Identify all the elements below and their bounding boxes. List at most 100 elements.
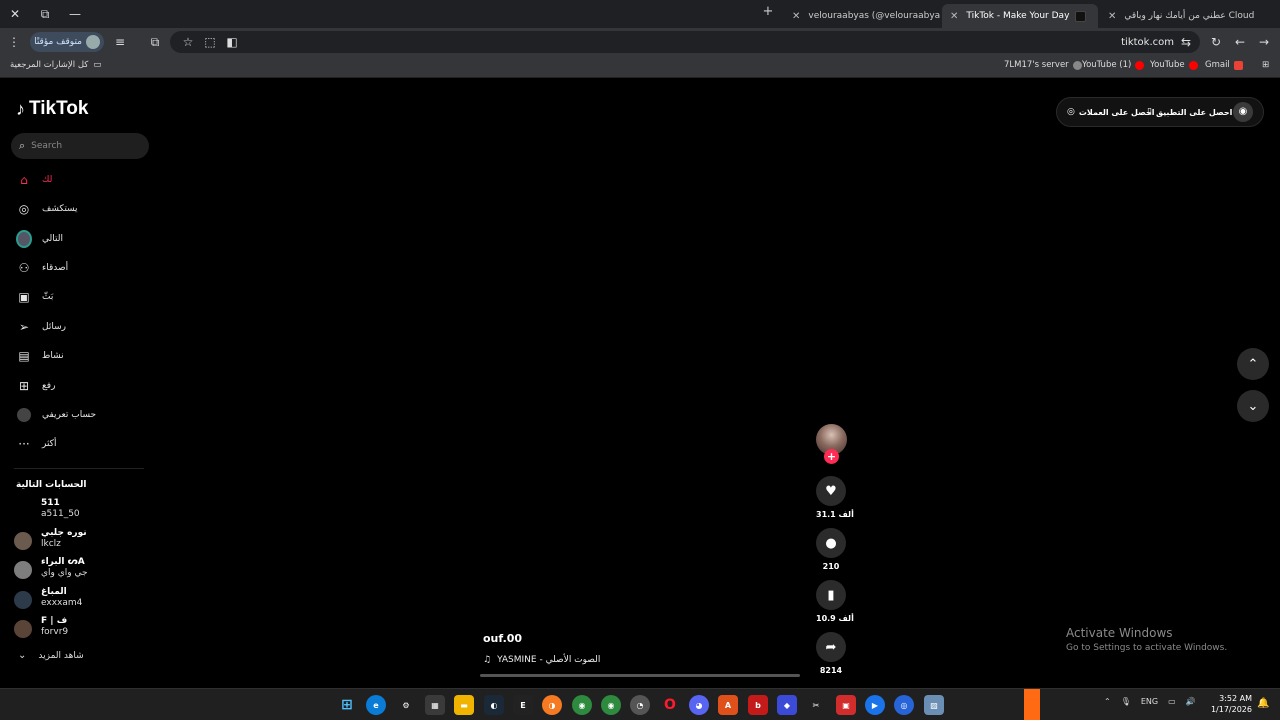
- extensions-icon[interactable]: ⧉: [147, 33, 163, 51]
- apps-grid-icon[interactable]: ⊞: [1262, 60, 1269, 70]
- tab-close-icon[interactable]: ✕: [792, 11, 800, 22]
- bookmark-star-icon[interactable]: ☆: [180, 33, 196, 51]
- forward-icon[interactable]: →: [1256, 33, 1272, 51]
- settings-gear-icon[interactable]: ⚙: [396, 695, 416, 715]
- comment-button[interactable]: ● 210: [816, 528, 846, 571]
- video-caption[interactable]: ouf.00: [483, 632, 522, 645]
- photos-icon[interactable]: ▨: [924, 695, 944, 715]
- nav-upload[interactable]: ⊞ رفع: [16, 375, 156, 397]
- profile-paused-button[interactable]: متوقف مؤقتًا: [30, 32, 104, 52]
- capcut-icon[interactable]: ✂: [806, 695, 826, 715]
- like-button[interactable]: ♥ 31.1 ألف: [816, 476, 854, 519]
- reload-icon[interactable]: ↻: [1208, 33, 1224, 51]
- nav-explore[interactable]: ◎ يستكشف: [16, 198, 156, 220]
- following-account[interactable]: F | ف forvr9: [14, 616, 154, 642]
- notification-bell-icon[interactable]: 🔔: [1257, 698, 1269, 709]
- bookmark-label: كل الإشارات المرجعية: [10, 60, 89, 70]
- all-bookmarks[interactable]: كل الإشارات المرجعية ▭: [10, 60, 101, 70]
- nav-profile[interactable]: حساب تعريفي: [16, 404, 156, 426]
- reading-list-icon[interactable]: ≡: [112, 33, 128, 51]
- nav-live[interactable]: ▣ بَثّ: [16, 286, 156, 308]
- back-icon[interactable]: ←: [1232, 33, 1248, 51]
- menu-kebab-icon[interactable]: ⋮: [6, 33, 22, 51]
- site-settings-icon[interactable]: ⇆: [1178, 33, 1194, 51]
- bookmark-gmail[interactable]: Gmail: [1205, 60, 1243, 70]
- bookmark-7lm17[interactable]: 7LM17's server: [1004, 60, 1082, 70]
- window-close-icon[interactable]: ✕: [0, 0, 30, 28]
- bookmark-youtube[interactable]: YouTube: [1150, 60, 1198, 70]
- chrome-icon[interactable]: ◉: [572, 695, 592, 715]
- volume-icon[interactable]: 🔊: [1186, 697, 1196, 706]
- obs-icon[interactable]: ◔: [630, 695, 650, 715]
- gmail-icon: [1233, 60, 1243, 70]
- video-progress-bar[interactable]: [480, 674, 800, 677]
- see-more-button[interactable]: ⌄ شاهد المزيد: [18, 650, 84, 661]
- tab-cloud[interactable]: ✕ عطني من أيامك نهار وباقي Cloud: [1100, 4, 1258, 28]
- taskbar-app-highlight: [1024, 689, 1040, 720]
- nav-messages[interactable]: ➢ رسائل: [16, 316, 156, 338]
- window-minimize-icon[interactable]: —: [60, 0, 90, 28]
- edge-icon[interactable]: e: [366, 695, 386, 715]
- file-explorer-icon[interactable]: ▬: [454, 695, 474, 715]
- youtube-icon: [1188, 60, 1198, 70]
- opera-icon[interactable]: O: [660, 695, 680, 715]
- tab-tiktok[interactable]: ✕ TikTok - Make Your Day: [942, 4, 1098, 28]
- following-account[interactable]: المباغ exxxam4: [14, 587, 154, 613]
- profile-avatar-button[interactable]: ◉: [1233, 102, 1253, 122]
- language-indicator[interactable]: ENG: [1141, 697, 1158, 706]
- video-player[interactable]: [476, 91, 806, 677]
- follow-plus-icon[interactable]: +: [824, 449, 839, 464]
- nav-label: التالي: [42, 234, 63, 244]
- epic-games-icon[interactable]: E: [513, 695, 533, 715]
- app-icon[interactable]: ◆: [777, 695, 797, 715]
- account-handle: exxxam4: [41, 598, 83, 608]
- clock[interactable]: 3:52 AM 1/17/2026: [1208, 693, 1252, 715]
- nav-activity[interactable]: ▤ نشاط: [16, 345, 156, 367]
- tab-close-icon[interactable]: ✕: [1108, 11, 1116, 22]
- get-app-button[interactable]: ▯ احصل على التطبيق: [1147, 107, 1232, 117]
- tab-velouraabyas[interactable]: ✕ velouraabyas (@velouraabyas): [784, 4, 940, 28]
- chrome-profile-icon[interactable]: ◉: [601, 695, 621, 715]
- app-icon[interactable]: ▣: [836, 695, 856, 715]
- logo-text: TikTok: [29, 98, 89, 119]
- tiktok-logo[interactable]: ♪ TikTok: [16, 98, 88, 120]
- get-coins-button[interactable]: ◎ احصل على العملات: [1067, 107, 1155, 117]
- app-icon[interactable]: ◎: [894, 695, 914, 715]
- following-account[interactable]: نوره جلبي lkclz: [14, 528, 154, 554]
- nav-label: لك: [42, 175, 53, 185]
- tab-close-icon[interactable]: ✕: [950, 11, 958, 22]
- address-bar[interactable]: ☆ ⬚ ◧ ⇆: [170, 31, 1200, 53]
- account-name: البراء ᔕA: [41, 557, 85, 567]
- previous-video-button[interactable]: ⌃: [1237, 348, 1269, 380]
- network-icon[interactable]: ▭: [1168, 697, 1176, 706]
- share-button[interactable]: ➦ 8214: [816, 632, 846, 675]
- system-tray: ⌃ 🎙 ENG ▭ 🔊: [1104, 697, 1206, 706]
- app-icon[interactable]: A: [718, 695, 738, 715]
- screenshot-icon[interactable]: ⬚: [202, 33, 218, 51]
- origin-icon[interactable]: ◑: [542, 695, 562, 715]
- window-restore-icon[interactable]: ⧉: [30, 0, 60, 28]
- new-tab-button[interactable]: +: [760, 4, 776, 22]
- nav-following[interactable]: التالي: [16, 228, 156, 250]
- app-icon[interactable]: ▶: [865, 695, 885, 715]
- video-music[interactable]: ♫ YASMINE - الصوت الأصلي: [483, 655, 600, 665]
- nav-friends[interactable]: ⚇ أصدقاء: [16, 257, 156, 279]
- search-input[interactable]: ⌕ Search: [11, 133, 149, 159]
- store-icon[interactable]: ▦: [425, 695, 445, 715]
- app-icon[interactable]: b: [748, 695, 768, 715]
- following-account[interactable]: 511 a511_50: [14, 498, 154, 524]
- music-title: YASMINE - الصوت الأصلي: [497, 655, 601, 665]
- nav-more[interactable]: ··· أكثر: [16, 433, 156, 455]
- nav-for-you[interactable]: ⌂ لك: [16, 169, 156, 191]
- bookmark-youtube-1[interactable]: YouTube (1): [1082, 60, 1145, 70]
- following-account[interactable]: البراء ᔕA جي واي واي: [14, 557, 154, 583]
- steam-icon[interactable]: ◐: [484, 695, 504, 715]
- comment-icon: ●: [816, 528, 846, 558]
- translate-icon[interactable]: ◧: [224, 33, 240, 51]
- save-button[interactable]: ▮ 10.9 ألف: [816, 580, 854, 623]
- next-video-button[interactable]: ⌄: [1237, 390, 1269, 422]
- microphone-icon[interactable]: 🎙: [1121, 697, 1131, 706]
- chevron-up-icon[interactable]: ⌃: [1104, 697, 1111, 706]
- discord-icon[interactable]: ◕: [689, 695, 709, 715]
- start-icon[interactable]: ⊞: [337, 695, 357, 715]
